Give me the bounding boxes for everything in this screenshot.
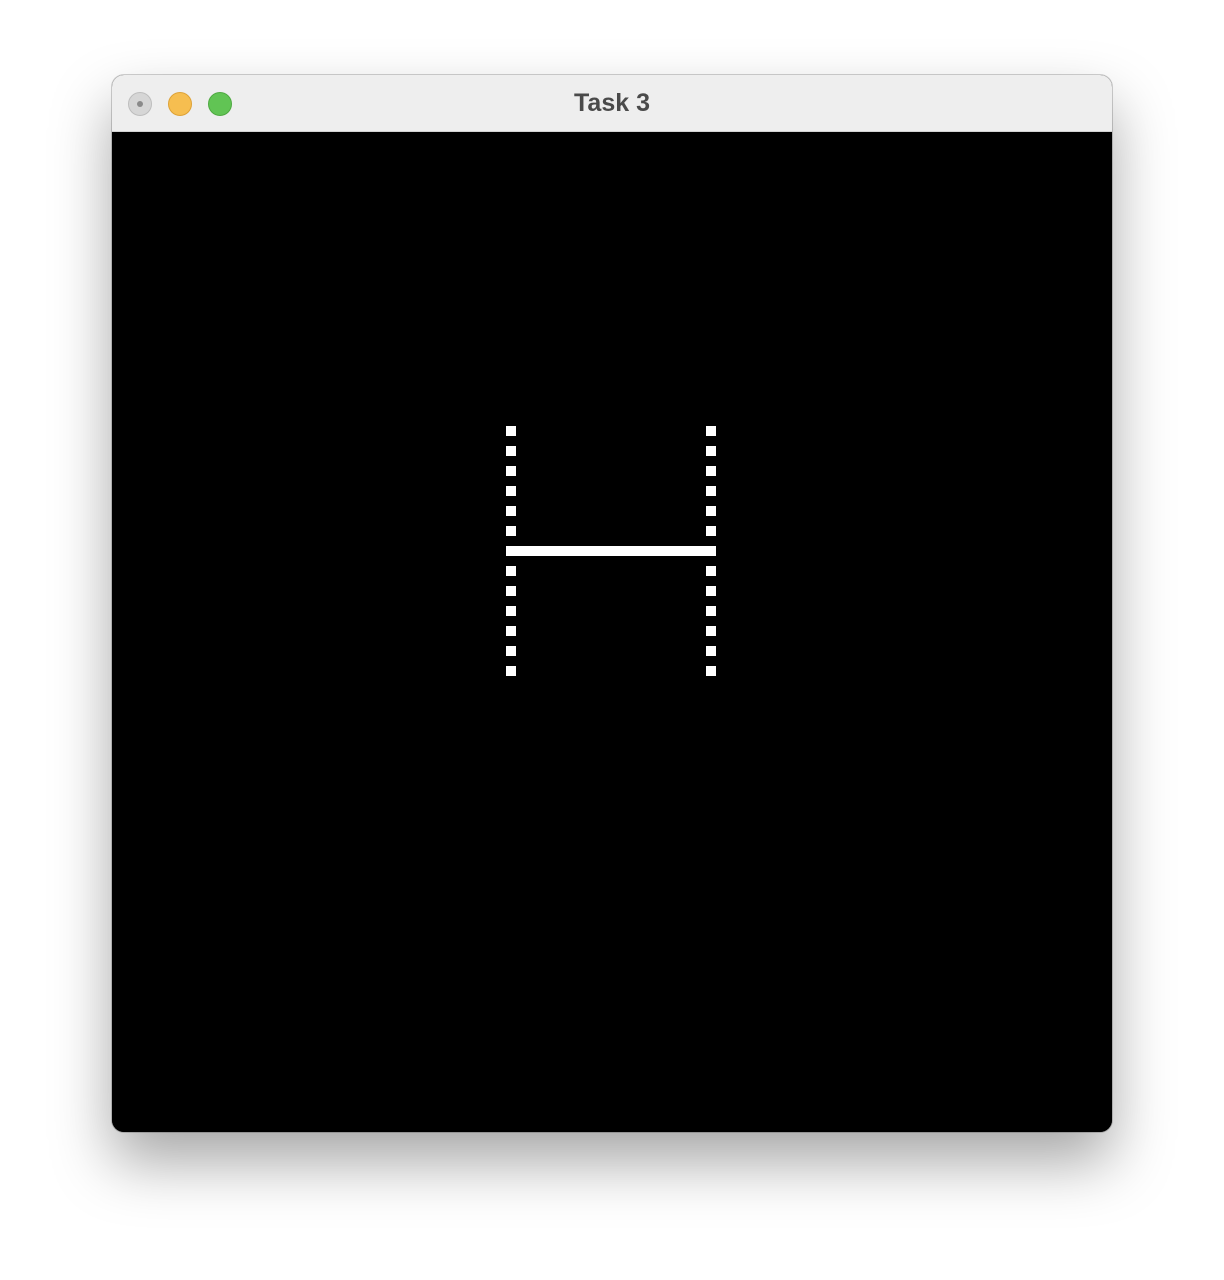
right-stroke-dot (706, 506, 716, 516)
right-stroke-dot (706, 606, 716, 616)
title-bar[interactable]: Task 3 (112, 75, 1112, 132)
right-stroke-dot (706, 426, 716, 436)
right-stroke-dot (706, 626, 716, 636)
right-stroke-dot (706, 486, 716, 496)
left-stroke-dot (506, 426, 516, 436)
right-stroke-dot (706, 586, 716, 596)
right-stroke-dot (706, 446, 716, 456)
left-stroke-dot (506, 666, 516, 676)
left-stroke-dot (506, 566, 516, 576)
right-stroke-dot (706, 646, 716, 656)
left-stroke-dot (506, 506, 516, 516)
right-stroke-dot (706, 666, 716, 676)
left-stroke-dot (506, 486, 516, 496)
app-window: Task 3 (112, 75, 1112, 1132)
window-title: Task 3 (574, 89, 650, 117)
drawing-canvas (112, 132, 1112, 1132)
left-stroke-dot (506, 626, 516, 636)
right-stroke-dot (706, 466, 716, 476)
left-stroke-dot (506, 526, 516, 536)
right-stroke-dot (706, 526, 716, 536)
left-stroke-dot (506, 466, 516, 476)
left-stroke-dot (506, 606, 516, 616)
left-stroke-dot (506, 586, 516, 596)
right-stroke-dot (706, 566, 716, 576)
crossbar (506, 546, 716, 556)
left-stroke-dot (506, 646, 516, 656)
left-stroke-dot (506, 446, 516, 456)
